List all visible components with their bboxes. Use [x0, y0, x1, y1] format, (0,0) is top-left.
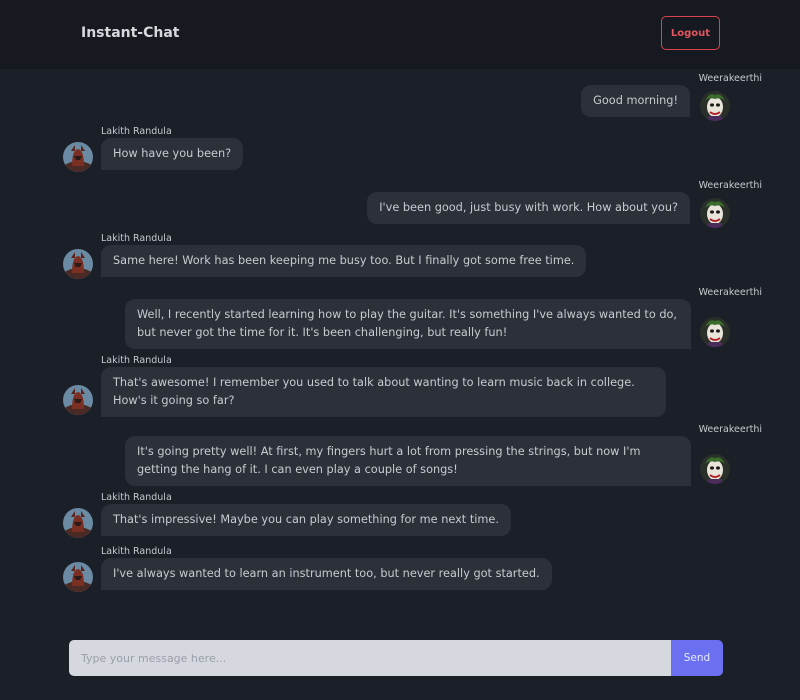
message-sender: Weerakeerthi — [698, 424, 762, 435]
message-item: Lakith Randula Same here! Work has been … — [63, 233, 763, 283]
message-composer: Send — [69, 640, 723, 676]
app-title: Instant-Chat — [81, 25, 180, 41]
message-sender: Weerakeerthi — [698, 73, 762, 84]
message-bubble: It's going pretty well! At first, my fin… — [125, 436, 691, 486]
message-bubble: I've always wanted to learn an instrumen… — [101, 558, 552, 590]
send-button[interactable]: Send — [671, 640, 723, 676]
message-item: Lakith Randula How have you been? — [63, 126, 763, 176]
message-sender: Weerakeerthi — [698, 180, 762, 191]
message-sender: Weerakeerthi — [698, 287, 762, 298]
joker-avatar — [700, 198, 730, 228]
top-bar: Instant-Chat Logout — [0, 0, 800, 69]
message-sender: Lakith Randula — [101, 233, 172, 244]
message-item: Lakith Randula That's impressive! Maybe … — [63, 492, 763, 542]
message-input[interactable] — [69, 640, 671, 676]
message-item: Lakith Randula That's awesome! I remembe… — [63, 355, 763, 421]
message-bubble: That's impressive! Maybe you can play so… — [101, 504, 511, 536]
knight-avatar — [63, 385, 93, 415]
message-item: Weerakeerthi I've been good, just busy w… — [0, 180, 800, 230]
message-bubble: Good morning! — [581, 85, 690, 117]
message-item: Weerakeerthi Good morning! — [0, 73, 800, 123]
message-item: Weerakeerthi It's going pretty well! At … — [0, 424, 800, 490]
message-sender: Lakith Randula — [101, 126, 172, 137]
joker-avatar — [700, 91, 730, 121]
message-sender: Lakith Randula — [101, 546, 172, 557]
message-list[interactable]: Weerakeerthi Good morning! Lakith Randul… — [0, 69, 800, 629]
knight-avatar — [63, 249, 93, 279]
message-item: Lakith Randula I've always wanted to lea… — [63, 546, 763, 596]
message-sender: Lakith Randula — [101, 355, 172, 366]
message-bubble: How have you been? — [101, 138, 244, 170]
knight-avatar — [63, 142, 93, 172]
knight-avatar — [63, 508, 93, 538]
message-bubble: Same here! Work has been keeping me busy… — [101, 245, 587, 277]
joker-avatar — [700, 454, 730, 484]
knight-avatar — [63, 562, 93, 592]
joker-avatar — [700, 317, 730, 347]
message-bubble: That's awesome! I remember you used to t… — [101, 367, 666, 417]
logout-button[interactable]: Logout — [661, 16, 720, 50]
message-bubble: I've been good, just busy with work. How… — [367, 192, 690, 224]
message-sender: Lakith Randula — [101, 492, 172, 503]
message-item: Weerakeerthi Well, I recently started le… — [0, 287, 800, 353]
message-bubble: Well, I recently started learning how to… — [125, 299, 691, 349]
